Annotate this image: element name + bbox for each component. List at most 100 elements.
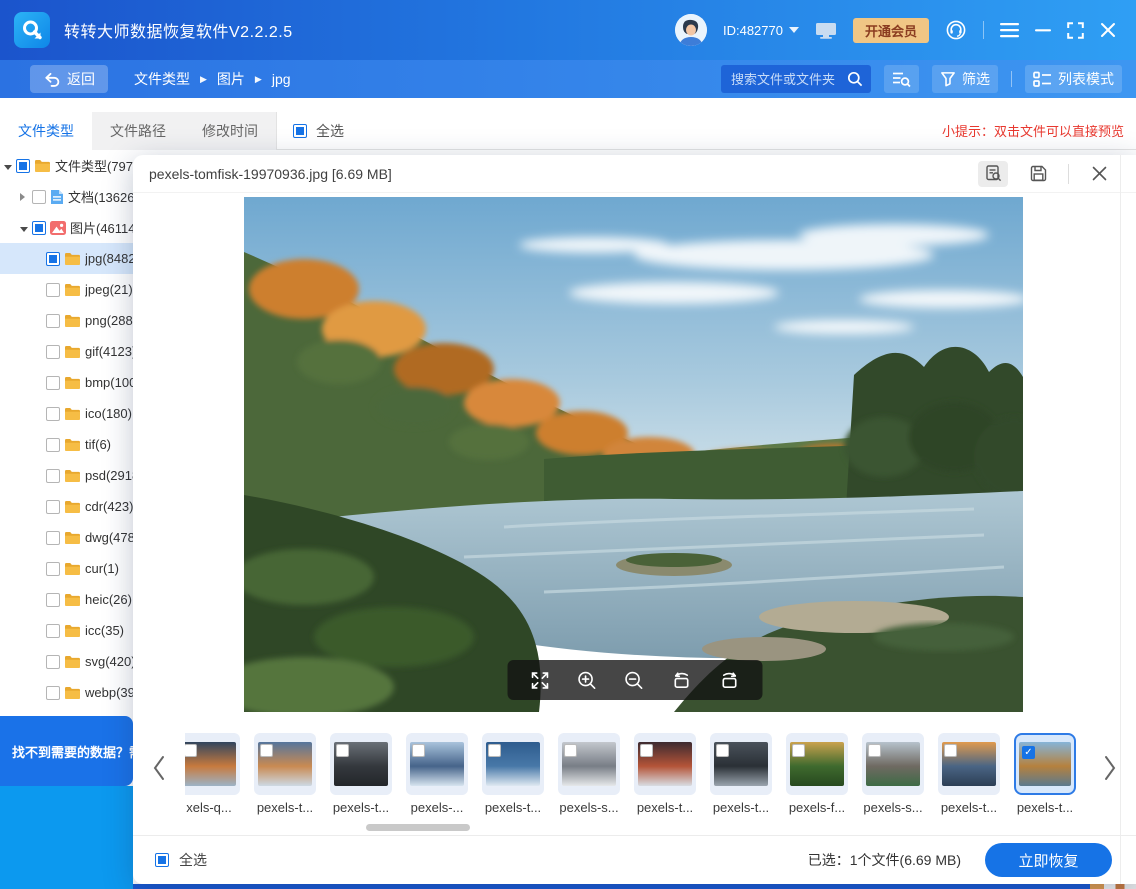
thumbnail-tile[interactable] — [185, 733, 240, 795]
rotate-right-icon[interactable] — [718, 670, 740, 691]
thumbnail-tile[interactable] — [558, 733, 620, 795]
tree-item[interactable]: gif(4123) — [0, 336, 133, 367]
tree-collapse-arrow-icon[interactable] — [20, 189, 30, 204]
minimize-icon[interactable] — [1035, 22, 1051, 38]
maximize-icon[interactable] — [1067, 22, 1084, 39]
tree-checkbox[interactable] — [32, 190, 46, 204]
vip-upgrade-button[interactable]: 开通会员 — [853, 18, 929, 43]
tree-item[interactable]: tif(6) — [0, 429, 133, 460]
thumbnail-tile[interactable]: ✓ — [1014, 733, 1076, 795]
tree-checkbox[interactable] — [46, 345, 60, 359]
thumbnail-cell[interactable]: pexels-s... — [551, 725, 627, 815]
tree-item[interactable]: webp(39) — [0, 677, 133, 708]
tree-checkbox[interactable] — [46, 407, 60, 421]
tree-checkbox[interactable] — [46, 562, 60, 576]
promo-banner[interactable]: 找不到需要的数据？需 — [0, 716, 133, 786]
scroll-left-icon[interactable] — [147, 751, 171, 785]
tree-item[interactable]: jpg(8482) — [0, 243, 133, 274]
save-file-button[interactable] — [1023, 161, 1053, 187]
thumbnail-tile[interactable] — [254, 733, 316, 795]
tree-item[interactable]: bmp(100) — [0, 367, 133, 398]
tree-item[interactable]: png(28862 — [0, 305, 133, 336]
tree-item[interactable]: dwg(478) — [0, 522, 133, 553]
thumbnail-cell[interactable]: pexels-t... — [627, 725, 703, 815]
tree-checkbox[interactable] — [46, 655, 60, 669]
tree-expand-arrow-icon[interactable] — [20, 220, 30, 235]
tree-item[interactable]: svg(420) — [0, 646, 133, 677]
monitor-icon[interactable] — [815, 21, 837, 40]
list-mode-button[interactable]: 列表模式 — [1025, 65, 1122, 93]
file-detail-button[interactable] — [978, 161, 1008, 187]
breadcrumb-image[interactable]: 图片 — [217, 69, 245, 89]
thumbnail-tile[interactable] — [938, 733, 1000, 795]
thumbnail-cell[interactable]: pexels-f... — [779, 725, 855, 815]
thumbnail-tile[interactable] — [862, 733, 924, 795]
tab-modified-time[interactable]: 修改时间 — [184, 112, 276, 150]
thumbnail-cell[interactable]: xels-q... — [185, 725, 247, 815]
tree-checkbox[interactable] — [46, 314, 60, 328]
tree-item[interactable]: 文件类型(79745 — [0, 150, 133, 181]
scroll-right-icon[interactable] — [1098, 751, 1122, 785]
recover-now-button[interactable]: 立即恢复 — [985, 843, 1112, 877]
tree-checkbox[interactable] — [46, 624, 60, 638]
tree-checkbox[interactable] — [32, 221, 46, 235]
thumbnail-checkbox[interactable] — [336, 744, 349, 757]
select-all-checkbox[interactable] — [155, 853, 169, 867]
user-id[interactable]: ID:482770 — [723, 23, 799, 38]
select-all-bottom[interactable]: 全选 — [155, 850, 207, 870]
menu-icon[interactable] — [1000, 22, 1019, 38]
thumbnail-checkbox[interactable] — [716, 744, 729, 757]
close-preview-icon[interactable] — [1084, 161, 1114, 187]
thumbnail-checkbox[interactable] — [412, 744, 425, 757]
tree-item[interactable]: 文档(13626) — [0, 181, 133, 212]
thumbnail-cell[interactable]: pexels-t... — [247, 725, 323, 815]
tree-item[interactable]: heic(26) — [0, 584, 133, 615]
preview-image[interactable] — [244, 197, 1023, 712]
tree-item[interactable]: psd(2918) — [0, 460, 133, 491]
thumbnail-tile[interactable] — [406, 733, 468, 795]
thumbnail-checkbox[interactable] — [640, 744, 653, 757]
thumbnail-tile[interactable] — [482, 733, 544, 795]
thumbnail-cell[interactable]: pexels-t... — [323, 725, 399, 815]
thumbnail-tile[interactable] — [710, 733, 772, 795]
thumbnail-checkbox[interactable] — [185, 744, 197, 757]
tree-checkbox[interactable] — [16, 159, 30, 173]
tree-checkbox[interactable] — [46, 252, 60, 266]
breadcrumb-file-type[interactable]: 文件类型 — [134, 69, 190, 89]
horizontal-scrollbar[interactable] — [366, 824, 470, 831]
tree-checkbox[interactable] — [46, 469, 60, 483]
search-input[interactable] — [731, 72, 847, 87]
select-all-top[interactable]: 全选 — [293, 121, 344, 141]
tree-item[interactable]: jpeg(21) — [0, 274, 133, 305]
tab-file-type[interactable]: 文件类型 — [0, 112, 92, 150]
filter-button[interactable]: 筛选 — [932, 65, 998, 93]
thumbnail-checkbox[interactable] — [260, 744, 273, 757]
tree-item[interactable]: cdr(423) — [0, 491, 133, 522]
tree-checkbox[interactable] — [46, 283, 60, 297]
customer-service-icon[interactable] — [945, 19, 967, 41]
zoom-in-icon[interactable] — [576, 670, 597, 691]
thumbnail-cell[interactable]: pexels-... — [399, 725, 475, 815]
thumbnail-cell[interactable]: pexels-t... — [931, 725, 1007, 815]
thumbnail-checkbox[interactable] — [868, 744, 881, 757]
tree-item[interactable]: 图片(46114) — [0, 212, 133, 243]
thumbnail-checkbox[interactable]: ✓ — [1022, 746, 1035, 759]
tab-file-path[interactable]: 文件路径 — [92, 112, 184, 150]
search-box[interactable] — [721, 65, 871, 93]
thumbnail-tile[interactable] — [330, 733, 392, 795]
user-avatar[interactable] — [675, 14, 707, 46]
tree-item[interactable]: ico(180) — [0, 398, 133, 429]
zoom-out-icon[interactable] — [623, 670, 644, 691]
tree-checkbox[interactable] — [46, 593, 60, 607]
thumbnail-tile[interactable] — [786, 733, 848, 795]
tree-item[interactable]: cur(1) — [0, 553, 133, 584]
thumbnail-checkbox[interactable] — [944, 744, 957, 757]
deep-search-button[interactable] — [884, 65, 919, 93]
tree-item[interactable]: icc(35) — [0, 615, 133, 646]
back-button[interactable]: 返回 — [30, 65, 108, 93]
tree-checkbox[interactable] — [46, 531, 60, 545]
tree-checkbox[interactable] — [46, 500, 60, 514]
thumbnail-checkbox[interactable] — [488, 744, 501, 757]
breadcrumb-jpg[interactable]: jpg — [272, 71, 291, 87]
fit-screen-icon[interactable] — [529, 670, 550, 691]
